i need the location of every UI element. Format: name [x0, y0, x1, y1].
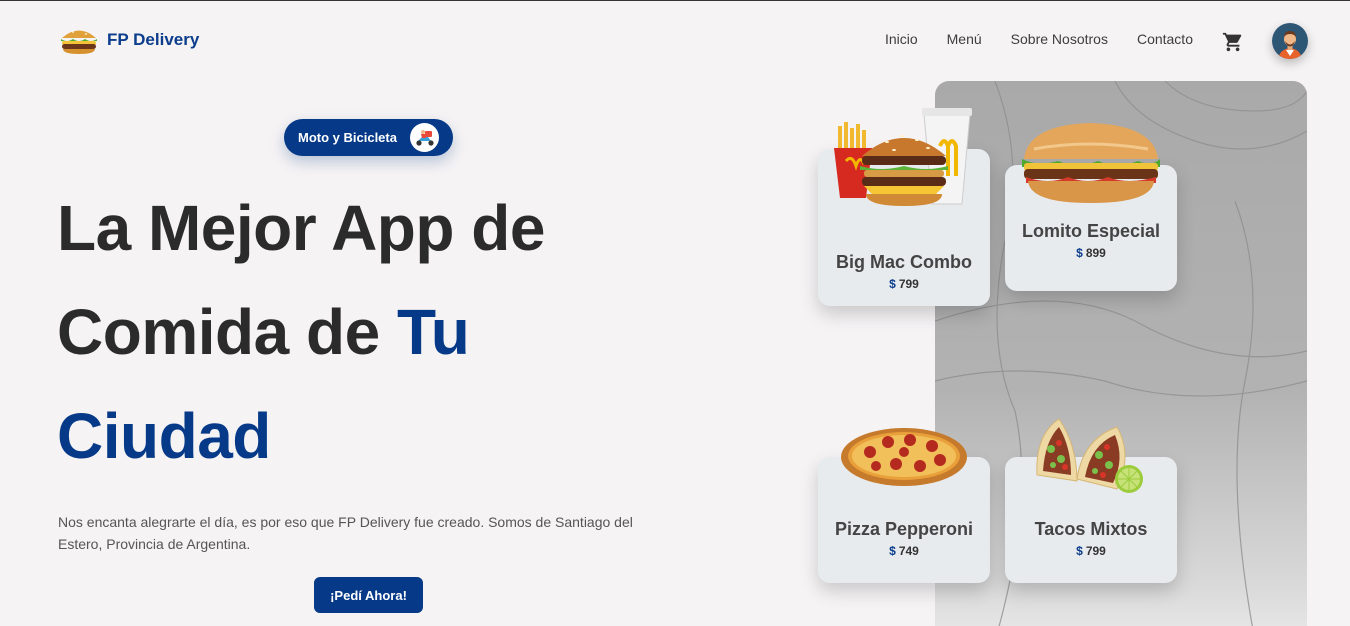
user-avatar[interactable] [1272, 23, 1308, 59]
menu-card-name: Lomito Especial [1021, 221, 1161, 241]
menu-card-price: $749 [889, 544, 919, 558]
burger-combo-image [832, 106, 977, 221]
order-now-button[interactable]: ¡Pedí Ahora! [314, 577, 423, 613]
brand[interactable]: FP Delivery [59, 25, 199, 55]
delivery-mode-badge: Moto y Bicicleta [284, 119, 453, 156]
hero-description: Nos encanta alegrarte el día, es por eso… [58, 514, 633, 552]
menu-card-name: Tacos Mixtos [1034, 519, 1148, 539]
menu-card-price: $799 [1076, 544, 1106, 558]
menu-card-price: $799 [889, 277, 919, 291]
menu-card-price: $899 [1076, 246, 1106, 260]
brand-name: FP Delivery [107, 30, 200, 49]
menu-card-name: Big Mac Combo [835, 252, 972, 272]
nav-item-menu[interactable]: Menú [947, 31, 982, 47]
delivery-scooter-icon [410, 123, 439, 152]
hero-title-accent-ciudad: Ciudad [57, 400, 271, 472]
cart-icon[interactable] [1222, 31, 1244, 53]
hero-title: La Mejor App de Comida de Tu Ciudad [57, 176, 617, 488]
delivery-mode-label: Moto y Bicicleta [298, 130, 397, 145]
hero-title-text: La Mejor App de Comida de [57, 192, 545, 368]
main-nav: Inicio Menú Sobre Nosotros Contacto [885, 31, 1193, 47]
nav-item-inicio[interactable]: Inicio [885, 31, 918, 47]
pizza-image [840, 426, 968, 493]
header: FP Delivery Inicio Menú Sobre Nosotros C… [0, 1, 1350, 81]
menu-card-name: Pizza Pepperoni [834, 519, 974, 539]
nav-item-contacto[interactable]: Contacto [1137, 31, 1193, 47]
hero-title-accent-tu: Tu [396, 296, 470, 368]
burger-icon [59, 25, 99, 55]
nav-item-sobre-nosotros[interactable]: Sobre Nosotros [1011, 31, 1108, 47]
tacos-image [1033, 415, 1148, 502]
sandwich-image [1018, 119, 1163, 214]
